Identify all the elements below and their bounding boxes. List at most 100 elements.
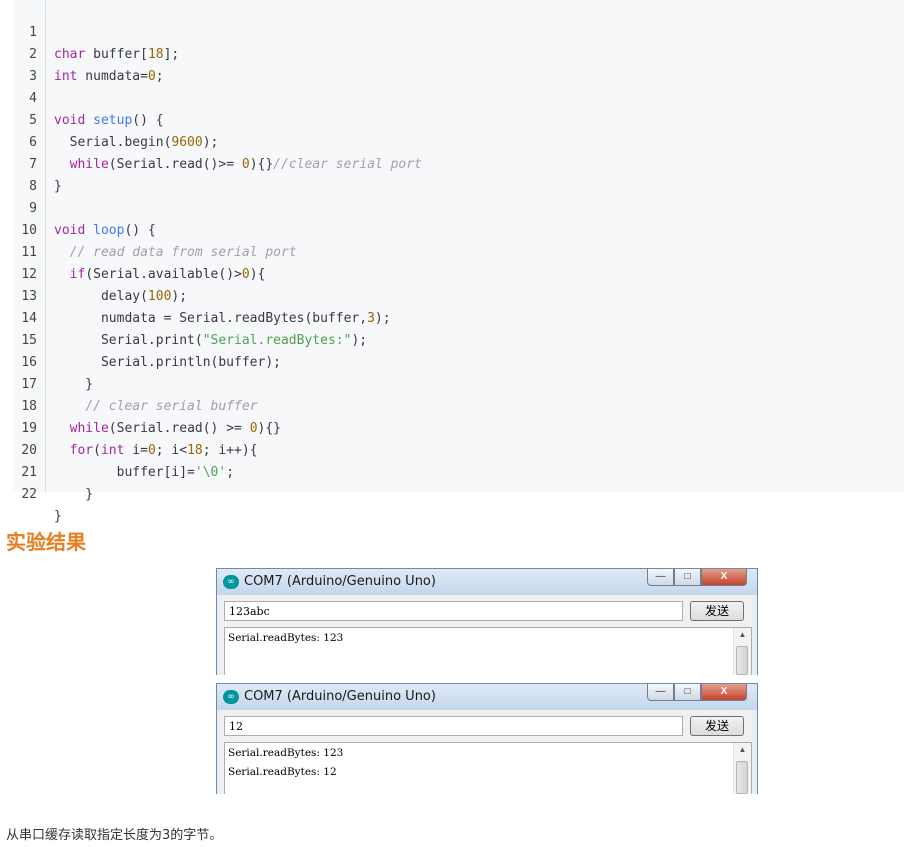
code-token: ); — [202, 135, 219, 150]
scrollbar[interactable]: ▲ — [733, 628, 751, 675]
code-line-8: 8 — [13, 154, 44, 194]
output-line: Serial.readBytes: 123 — [228, 747, 344, 759]
maximize-icon[interactable]: □ — [674, 569, 701, 586]
code-token: 0 — [241, 267, 250, 282]
arduino-icon: ∞ — [223, 575, 239, 589]
code-token: buffer[i]= — [54, 465, 195, 480]
code-token: Serial.print( — [54, 333, 203, 348]
code-token: ); — [351, 333, 368, 348]
code-token: numdata = Serial.readBytes(buffer, — [54, 311, 368, 326]
serial-monitor-window-1: ∞ COM7 (Arduino/Genuino Uno) — □ X 发送 Se… — [216, 568, 758, 675]
code-token: } — [54, 509, 62, 524]
code-token: ){} — [257, 421, 281, 436]
output-line: Serial.readBytes: 12 — [228, 766, 337, 778]
code-token: ; — [155, 69, 164, 84]
code-line-2: 2 int numdata=0; — [13, 22, 163, 84]
code-line-12: 12 delay(100); — [13, 242, 187, 304]
code-token: int — [54, 69, 78, 84]
code-token: while — [69, 157, 109, 172]
window-title: COM7 (Arduino/Genuino Uno) — [244, 689, 436, 704]
minimize-icon[interactable]: — — [647, 569, 674, 586]
code-token: ){ — [249, 267, 266, 282]
output-line: Serial.readBytes: 123 — [228, 632, 344, 644]
code-line-16: 16 } — [13, 330, 93, 392]
scrollbar[interactable]: ▲ — [733, 743, 751, 794]
serial-input[interactable] — [224, 601, 683, 621]
code-token: ){} — [249, 157, 274, 172]
code-token: setup — [93, 113, 133, 128]
code-token: 18 — [187, 443, 203, 458]
close-icon[interactable]: X — [701, 684, 747, 701]
scrollbar-thumb[interactable] — [736, 761, 748, 794]
code-line-13: 13 numdata = Serial.readBytes(buffer,3); — [13, 264, 390, 326]
code-line-6: 6 while(Serial.read()>= 0){}//clear seri… — [13, 110, 422, 172]
code-token: 0 — [147, 69, 156, 84]
code-token: (Serial.read() >= — [108, 421, 250, 436]
window-title: COM7 (Arduino/Genuino Uno) — [244, 574, 436, 589]
code-line-15: 15 Serial.println(buffer); — [13, 308, 281, 370]
window-body: 发送 Serial.readBytes: 123 Serial.readByte… — [222, 710, 752, 794]
code-token: ; i++){ — [202, 443, 258, 458]
scroll-up-arrow-icon[interactable]: ▲ — [734, 745, 751, 754]
send-button[interactable]: 发送 — [690, 601, 744, 621]
code-line-11: 11 if(Serial.available()>0){ — [13, 220, 265, 282]
close-icon[interactable]: X — [701, 569, 747, 586]
minimize-icon[interactable]: — — [647, 684, 674, 701]
code-string: "Serial.readBytes:" — [202, 333, 352, 348]
code-line-3: 3 — [13, 44, 44, 84]
code-token: while — [69, 421, 109, 436]
code-token: 100 — [147, 289, 172, 304]
code-token: ]; — [163, 47, 180, 62]
code-token: Serial.println(buffer); — [54, 355, 281, 370]
code-token: loop — [93, 223, 125, 238]
serial-output: Serial.readBytes: 123 Serial.readBytes: … — [224, 742, 752, 794]
code-line-18: 18 while(Serial.read() >= 0){} — [13, 374, 281, 436]
send-button[interactable]: 发送 — [690, 716, 744, 736]
maximize-icon[interactable]: □ — [674, 684, 701, 701]
code-token: 9600 — [171, 135, 203, 150]
code-token: (Serial.available()> — [85, 267, 242, 282]
code-line-20: 20 buffer[i]='\0'; — [13, 418, 234, 480]
serial-input[interactable] — [224, 716, 683, 736]
code-string: '\0' — [194, 465, 227, 480]
code-token: 0 — [147, 443, 156, 458]
code-token: char — [54, 47, 86, 62]
code-token: } — [54, 377, 94, 392]
code-token: 18 — [147, 47, 164, 62]
window-body: 发送 Serial.readBytes: 123 ▲ — [222, 595, 752, 675]
code-token: ); — [374, 311, 391, 326]
scroll-up-arrow-icon[interactable]: ▲ — [734, 630, 751, 639]
window-titlebar: ∞ COM7 (Arduino/Genuino Uno) — □ X — [217, 569, 757, 595]
code-line-1: 1 char buffer[18]; — [13, 0, 179, 62]
code-token: buffer[ — [85, 47, 148, 62]
code-line-10: 10 // read data from serial port — [13, 198, 296, 260]
code-token: if — [69, 267, 86, 282]
serial-monitor-window-2: ∞ COM7 (Arduino/Genuino Uno) — □ X 发送 Se… — [216, 683, 758, 794]
code-token: } — [54, 487, 94, 502]
code-line-17: 17 // clear serial buffer — [13, 352, 257, 414]
code-line-4: 4 void setup() { — [13, 66, 163, 128]
code-token: Serial.begin( — [54, 135, 172, 150]
code-comment: // read data from serial port — [69, 245, 297, 260]
caption-text: 从串口缓存读取指定长度为3的字节。 — [6, 828, 223, 843]
code-token: ; — [226, 465, 235, 480]
code-token: ; i< — [155, 443, 188, 458]
code-line-5: 5 Serial.begin(9600); — [13, 88, 218, 150]
code-token: 3 — [367, 311, 375, 326]
code-token: void — [54, 223, 86, 238]
code-token: for — [69, 443, 94, 458]
code-comment: // clear serial buffer — [85, 399, 258, 414]
code-line-9: 9 void loop() { — [13, 176, 156, 238]
code-token: (Serial.read()>= — [108, 157, 242, 172]
code-token: delay( — [54, 289, 148, 304]
code-token: int — [100, 443, 125, 458]
line-number: 22 — [21, 487, 37, 502]
code-token: ); — [171, 289, 188, 304]
scrollbar-thumb[interactable] — [736, 646, 748, 675]
